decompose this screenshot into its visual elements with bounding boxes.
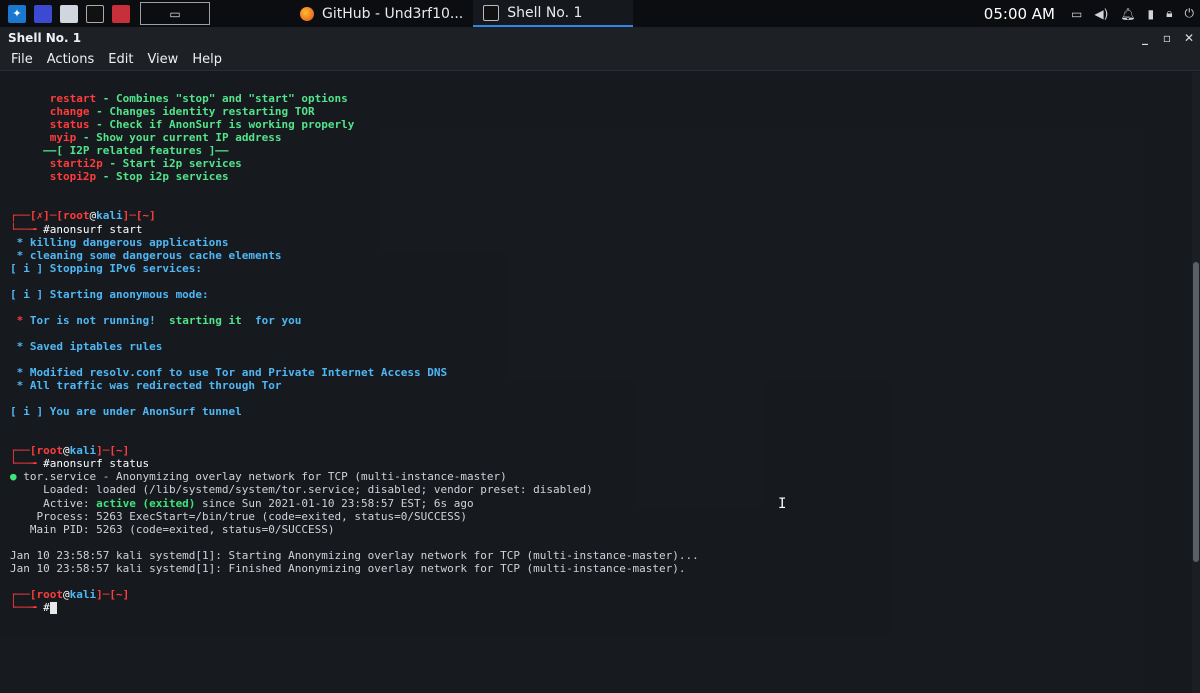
lock-icon[interactable]: 🔒︎ — [1166, 6, 1172, 21]
log-line: Jan 10 23:58:57 kali systemd[1]: Finishe… — [10, 561, 686, 575]
output-line: [ i ] You are under AnonSurf tunnel — [10, 405, 242, 419]
output-line: * cleaning some dangerous cache elements — [10, 248, 282, 262]
window-titlebar[interactable]: Shell No. 1 _ ▫ ✕ — [0, 27, 1200, 48]
workspace-switcher[interactable]: ▭ — [140, 2, 210, 25]
show-desktop-icon[interactable] — [34, 4, 52, 23]
clock[interactable]: 05:00 AM — [984, 5, 1055, 23]
terminal-output[interactable]: restart - Combines "stop" and "start" op… — [0, 72, 1190, 693]
text-cursor — [49, 601, 57, 614]
scrollbar-thumb[interactable] — [1193, 262, 1199, 562]
prompt-line: ┌──[root@kali]─[~] — [10, 587, 130, 601]
power-icon[interactable]: ⏻ — [1185, 6, 1195, 21]
output-line: * Modified resolv.conf to use Tor and Pr… — [10, 366, 448, 380]
help-line: myip - Show your current IP address — [49, 131, 282, 145]
command-line: └──╼ # — [10, 601, 1190, 614]
minimize-button[interactable]: _ — [1134, 31, 1156, 45]
output-line: [ i ] Stopping IPv6 services: — [10, 261, 203, 275]
menu-bar: File Actions Edit View Help — [0, 48, 1200, 71]
mouse-ibeam-cursor-icon: I — [778, 496, 787, 512]
menu-view[interactable]: View — [140, 52, 185, 67]
status-unit-line: ● tor.service - Anonymizing overlay netw… — [10, 470, 507, 484]
command-line: └──╼ #anonsurf status — [10, 457, 150, 471]
log-line: Jan 10 23:58:57 kali systemd[1]: Startin… — [10, 548, 699, 562]
taskbar-item-shell[interactable]: Shell No. 1 — [473, 0, 634, 27]
prompt-line: ┌──[root@kali]─[~] — [10, 444, 130, 458]
window-title: Shell No. 1 — [8, 30, 82, 45]
status-active-line: Active: active (exited) since Sun 2021-0… — [10, 496, 474, 510]
output-line: * killing dangerous applications — [10, 235, 229, 249]
output-line: * All traffic was redirected through Tor — [10, 379, 282, 393]
status-process-line: Process: 5263 ExecStart=/bin/true (code=… — [10, 509, 467, 523]
maximize-button[interactable]: ▫ — [1156, 31, 1178, 45]
firefox-icon — [300, 6, 314, 21]
terminal-icon — [483, 4, 500, 21]
battery-icon[interactable]: ▮ — [1148, 7, 1155, 21]
volume-icon[interactable]: ◀) — [1094, 7, 1108, 21]
menu-edit[interactable]: Edit — [101, 52, 140, 67]
screen-recorder-icon[interactable] — [112, 4, 130, 23]
prompt-line: ┌──[✗]─[root@kali]─[~] — [10, 209, 156, 223]
system-tray: 05:00 AM ▭ ◀) 🔔︎ ▮ 🔒︎ ⏻ — [984, 0, 1200, 27]
menu-help[interactable]: Help — [185, 52, 229, 67]
taskbar-label: Shell No. 1 — [507, 4, 583, 21]
help-line: starti2p - Start i2p services — [49, 157, 242, 171]
help-line: stopi2p - Stop i2p services — [49, 170, 229, 184]
output-line: * Saved iptables rules — [10, 339, 163, 353]
help-line: restart - Combines "stop" and "start" op… — [49, 92, 348, 106]
terminal-window: Shell No. 1 _ ▫ ✕ File Actions Edit View… — [0, 27, 1200, 693]
taskbar-item-firefox[interactable]: GitHub - Und3rf10... — [290, 0, 473, 27]
launcher: ✦ ▭ — [0, 0, 210, 27]
window-controls: _ ▫ ✕ — [1134, 31, 1200, 45]
tor-status-line: * Tor is not running! starting it for yo… — [10, 313, 302, 327]
help-line: change - Changes identity restarting TOR — [49, 105, 315, 119]
notification-bell-icon[interactable]: 🔔︎ — [1120, 7, 1135, 21]
close-button[interactable]: ✕ — [1178, 31, 1200, 45]
menu-file[interactable]: File — [4, 52, 40, 67]
command-line: └──╼ #anonsurf start — [10, 222, 143, 236]
output-line: [ i ] Starting anonymous mode: — [10, 287, 209, 301]
help-line: status - Check if AnonSurf is working pr… — [49, 118, 355, 132]
top-panel: ✦ ▭ GitHub - Und3rf10... Shell No. 1 05:… — [0, 0, 1200, 28]
file-manager-icon[interactable] — [60, 4, 78, 23]
terminal-launcher-icon[interactable] — [86, 4, 104, 23]
menu-actions[interactable]: Actions — [40, 52, 102, 67]
help-line: ——[ I2P related features ]—— — [43, 144, 229, 158]
taskbar-label: GitHub - Und3rf10... — [322, 5, 464, 22]
status-loaded-line: Loaded: loaded (/lib/systemd/system/tor.… — [10, 483, 593, 497]
terminal-scrollbar[interactable] — [1192, 72, 1200, 693]
kali-menu-icon[interactable]: ✦ — [8, 4, 26, 23]
display-icon[interactable]: ▭ — [1071, 7, 1082, 21]
status-mainpid-line: Main PID: 5263 (code=exited, status=0/SU… — [10, 522, 335, 536]
